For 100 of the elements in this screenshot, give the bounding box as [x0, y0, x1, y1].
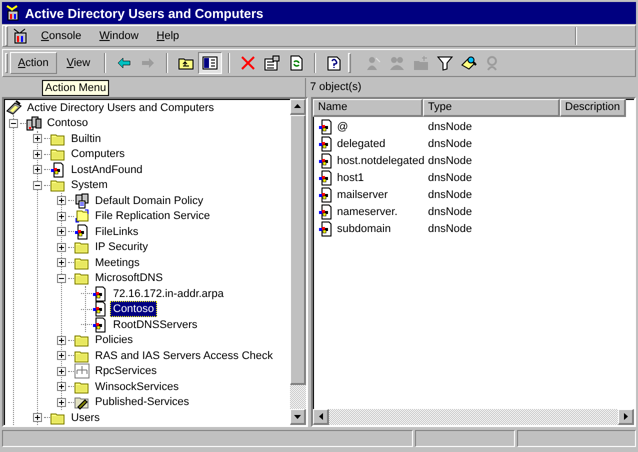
- dns-page-icon: [318, 153, 334, 170]
- down-triangle-icon: [294, 414, 301, 419]
- table-cell: dnsNode: [427, 138, 472, 150]
- list-view[interactable]: @ dnsNode delegated dnsNode host.notdelegated dnsNode host1 dnsNode mailserver dnsNode nameserver. dnsNode subdomain dnsNode: [313, 116, 634, 410]
- expand-toggle[interactable]: [57, 351, 66, 360]
- left-arrow-icon: [116, 55, 132, 71]
- tree-item[interactable]: File Replication Service: [92, 208, 213, 224]
- column-header[interactable]: Type: [423, 98, 560, 117]
- up-triangle-icon: [294, 104, 301, 108]
- collapse-toggle[interactable]: [33, 180, 42, 190]
- menu-item[interactable]: Console: [32, 28, 90, 44]
- list-item[interactable]: host1: [337, 172, 364, 184]
- window-title: Active Directory Users and Computers: [25, 6, 264, 20]
- expand-toggle[interactable]: [57, 382, 66, 392]
- table-cell: dnsNode: [427, 189, 472, 202]
- servers-icon: [26, 115, 42, 132]
- tree-item[interactable]: Contoso: [44, 115, 91, 132]
- users-icon: [389, 55, 406, 71]
- collapse-toggle[interactable]: [57, 274, 66, 283]
- folder-star-icon: [413, 55, 430, 71]
- tree-item[interactable]: WinsockServices: [92, 378, 182, 395]
- expand-toggle[interactable]: [33, 134, 42, 144]
- scroll-up-button[interactable]: [290, 98, 306, 115]
- dns-page-icon: [318, 221, 334, 238]
- vertical-scrollbar[interactable]: [290, 98, 306, 426]
- filter-icon: [437, 55, 454, 71]
- expand-toggle[interactable]: [57, 242, 66, 252]
- expand-toggle[interactable]: [33, 413, 42, 422]
- scroll-thumb[interactable]: [290, 114, 306, 385]
- tree-item[interactable]: Builtin: [68, 130, 104, 147]
- collapse-toggle[interactable]: [9, 118, 18, 128]
- tree-item[interactable]: FileLinks: [92, 224, 142, 240]
- tree-item[interactable]: LostAndFound: [68, 162, 146, 178]
- tree-item[interactable]: IP Security: [92, 239, 151, 256]
- table-cell: dnsNode: [427, 172, 472, 184]
- console-icon[interactable]: [12, 28, 28, 44]
- tree-item[interactable]: RpcServices: [92, 363, 160, 380]
- dns-page-icon: [318, 204, 334, 220]
- network-tree-icon: [74, 363, 90, 380]
- tree-item[interactable]: Meetings: [92, 254, 143, 271]
- tooltip: Action Menu: [42, 80, 110, 96]
- scroll-right-button[interactable]: [618, 409, 634, 426]
- policy-servers-icon: [74, 192, 90, 209]
- horizontal-scrollbar[interactable]: [313, 409, 634, 426]
- expand-toggle[interactable]: [57, 258, 66, 268]
- list-item[interactable]: delegated: [337, 138, 386, 150]
- folder-sync-icon: [74, 208, 90, 224]
- app-icon: [5, 5, 21, 21]
- tree-item[interactable]: Users: [68, 410, 103, 426]
- refresh-icon: [288, 55, 304, 71]
- dns-page-icon: [50, 162, 66, 178]
- tree-item[interactable]: RAS and IAS Servers Access Check: [92, 348, 276, 364]
- left-triangle-icon: [318, 413, 322, 420]
- tree-item[interactable]: System: [68, 177, 111, 194]
- tree-item[interactable]: Published-Services: [92, 394, 192, 410]
- tree-item[interactable]: 72.16.172.in-addr.arpa: [110, 286, 227, 302]
- dns-page-icon: [92, 286, 108, 302]
- find-icon: [461, 55, 478, 71]
- expand-toggle[interactable]: [33, 150, 42, 159]
- book-tools-icon: [6, 100, 22, 116]
- dns-page-icon: [318, 187, 334, 204]
- expand-toggle[interactable]: [57, 366, 66, 376]
- tree-item[interactable]: Default Domain Policy: [92, 192, 206, 209]
- dns-page-icon: [92, 301, 108, 318]
- scroll-down-button[interactable]: [290, 409, 306, 426]
- tree-item[interactable]: MicrosoftDNS: [92, 270, 166, 286]
- toolbar-button[interactable]: [198, 52, 222, 74]
- tree-item[interactable]: Contoso: [110, 301, 157, 318]
- tree-item[interactable]: Active Directory Users and Computers: [24, 100, 218, 116]
- table-cell: dnsNode: [427, 206, 472, 218]
- tree-item[interactable]: Computers: [68, 146, 128, 162]
- split-pane-icon: [202, 55, 218, 71]
- tree-item[interactable]: Policies: [92, 332, 136, 348]
- column-header[interactable]: Description: [560, 98, 626, 117]
- column-header[interactable]: Name: [313, 98, 423, 117]
- expand-toggle[interactable]: [57, 212, 66, 221]
- expand-toggle[interactable]: [33, 165, 42, 174]
- right-arrow-icon: [140, 55, 156, 71]
- list-item[interactable]: mailserver: [337, 189, 388, 202]
- expand-toggle[interactable]: [57, 227, 66, 236]
- delete-icon: [240, 55, 256, 71]
- table-cell: dnsNode: [427, 155, 472, 168]
- list-item[interactable]: nameserver.: [337, 206, 398, 218]
- tree-item[interactable]: RootDNSServers: [110, 316, 200, 333]
- help-icon: [326, 55, 342, 71]
- dns-page-icon: [92, 316, 108, 333]
- menu-item[interactable]: Window: [90, 28, 148, 44]
- menu-button[interactable]: Action: [10, 52, 57, 74]
- object-count: 7 object(s): [309, 80, 362, 95]
- list-item[interactable]: host.notdelegated: [337, 155, 424, 168]
- expand-toggle[interactable]: [57, 398, 66, 407]
- dns-page-icon: [318, 170, 334, 186]
- menu-item[interactable]: Help: [148, 28, 188, 44]
- expand-toggle[interactable]: [57, 336, 66, 345]
- list-item[interactable]: subdomain: [337, 223, 391, 236]
- expand-toggle[interactable]: [57, 196, 66, 206]
- table-cell: dnsNode: [427, 121, 472, 134]
- list-item[interactable]: @: [337, 121, 348, 134]
- dns-page-icon: [318, 119, 334, 136]
- scroll-left-button[interactable]: [313, 409, 329, 426]
